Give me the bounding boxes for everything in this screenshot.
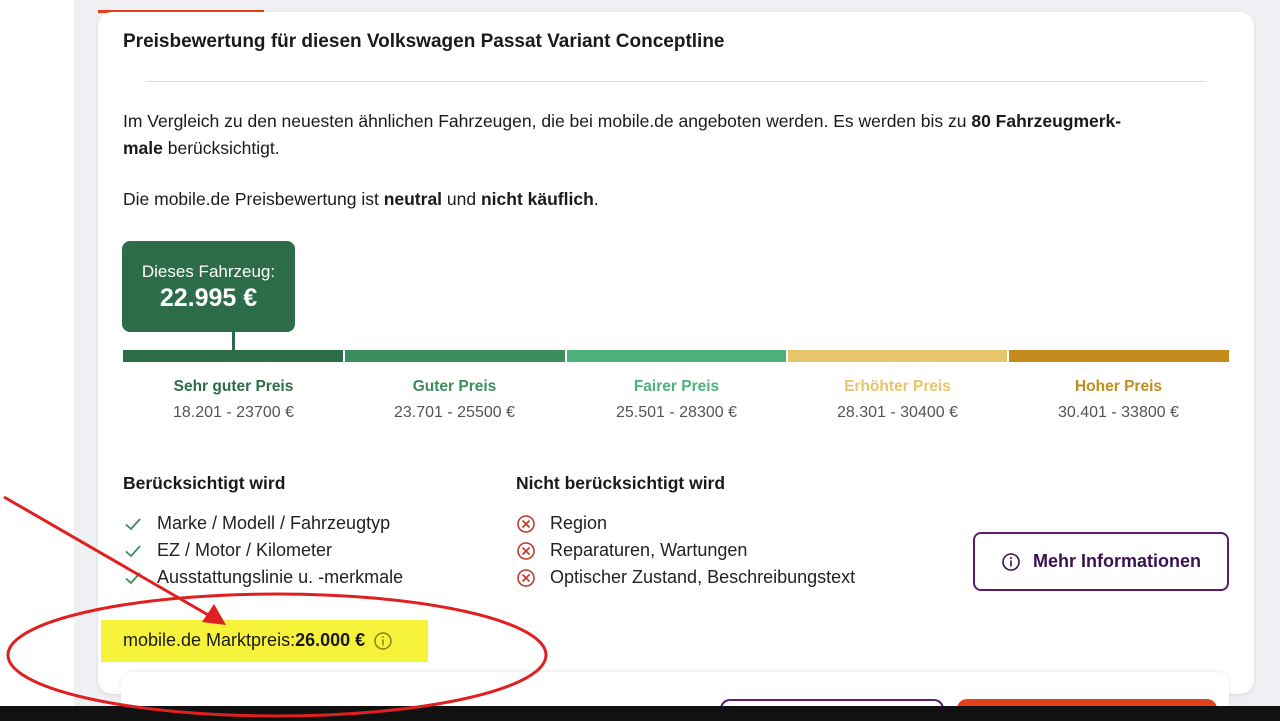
segment-label-good: Guter Preis: [412, 378, 497, 395]
considered-list: Marke / Modell / Fahrzeugtyp EZ / Motor …: [123, 510, 403, 591]
segment-range-very-good: 18.201 - 23700 €: [173, 404, 294, 421]
intro-text-part: Im Vergleich zu den neuesten ähnlichen F…: [123, 111, 972, 131]
segment-bar-good: [345, 350, 565, 362]
considered-item-label: EZ / Motor / Kilometer: [157, 540, 333, 560]
not-considered-heading: Nicht berücksichtigt wird: [516, 473, 726, 493]
intro-text-end: berücksichtigt.: [162, 138, 280, 158]
not-considered-item-label: Reparaturen, Wartungen: [550, 540, 748, 560]
x-circle-icon: [517, 541, 535, 560]
market-price-value: 26.000 €: [295, 630, 366, 650]
title-divider: [146, 81, 1206, 82]
neutral-text: Die mobile.de Preisbewertung ist neutral…: [123, 186, 599, 213]
intro-text-bold-cont: male: [123, 138, 163, 158]
segment-range-elevated: 28.301 - 30400 €: [837, 404, 958, 421]
info-icon[interactable]: [373, 631, 393, 651]
x-circle-icon: [517, 514, 535, 533]
intro-text: Im Vergleich zu den neuesten ähnlichen F…: [123, 108, 1233, 162]
this-vehicle-price: 22.995 €: [159, 284, 258, 312]
list-item: Ausstattungslinie u. -merkmale: [123, 564, 403, 591]
neutral-bold: neutral: [383, 189, 443, 209]
list-item: Optischer Zustand, Beschreibungstext: [516, 564, 855, 591]
segment-bar-high: [1009, 350, 1229, 362]
segment-range-fair: 25.501 - 28300 €: [616, 404, 737, 421]
market-price: mobile.de Marktpreis: 26.000 €: [123, 630, 393, 651]
list-item: Reparaturen, Wartungen: [516, 537, 855, 564]
segment-bar-elevated: [788, 350, 1007, 362]
price-pointer: [232, 332, 235, 350]
considered-heading: Berücksichtigt wird: [123, 473, 286, 493]
not-considered-item-label: Region: [550, 513, 608, 533]
segment-label-high: Hoher Preis: [1074, 378, 1162, 395]
check-icon: [125, 571, 141, 584]
page-title: Preisbewertung für diesen Volkswagen Pas…: [123, 31, 725, 52]
considered-item-label: Ausstattungslinie u. -merkmale: [157, 567, 404, 587]
segment-bar-fair: [567, 350, 786, 362]
segment-range-high: 30.401 - 33800 €: [1058, 404, 1179, 421]
not-purchasable-bold: nicht käuflich: [480, 189, 594, 209]
this-vehicle-label: Dieses Fahrzeug:: [141, 262, 276, 281]
list-item: Marke / Modell / Fahrzeugtyp: [123, 510, 403, 537]
not-considered-list: Region Reparaturen, Wartungen Optischer …: [516, 510, 855, 591]
more-info-label: Mehr Informationen: [1032, 551, 1201, 571]
this-vehicle-price-box: Dieses Fahrzeug: 22.995 €: [122, 241, 295, 332]
list-item: Region: [516, 510, 855, 537]
segment-range-good: 23.701 - 25500 €: [394, 404, 515, 421]
considered-item-label: Marke / Modell / Fahrzeugtyp: [157, 513, 391, 533]
neutral-text-end: .: [593, 189, 599, 209]
page-left-gutter: [0, 0, 74, 721]
neutral-text-part: Die mobile.de Preisbewertung ist: [123, 189, 384, 209]
check-icon: [125, 544, 141, 557]
more-info-button[interactable]: Mehr Informationen: [973, 532, 1229, 591]
x-circle-icon: [517, 568, 535, 587]
segment-label-very-good: Sehr guter Preis: [173, 378, 294, 395]
market-price-label: mobile.de Marktpreis:: [123, 630, 296, 650]
bottom-black-bar: [0, 706, 1280, 721]
check-icon: [125, 517, 141, 530]
segment-bar-very-good: [123, 350, 343, 362]
segment-label-elevated: Erhöhter Preis: [844, 378, 951, 395]
info-icon: [1002, 552, 1020, 571]
not-considered-item-label: Optischer Zustand, Beschreibungstext: [550, 567, 856, 587]
segment-label-fair: Fairer Preis: [633, 378, 720, 395]
neutral-text-and: und: [442, 189, 481, 209]
list-item: EZ / Motor / Kilometer: [123, 537, 403, 564]
intro-text-bold: 80 Fahrzeugmerk-: [971, 111, 1122, 131]
